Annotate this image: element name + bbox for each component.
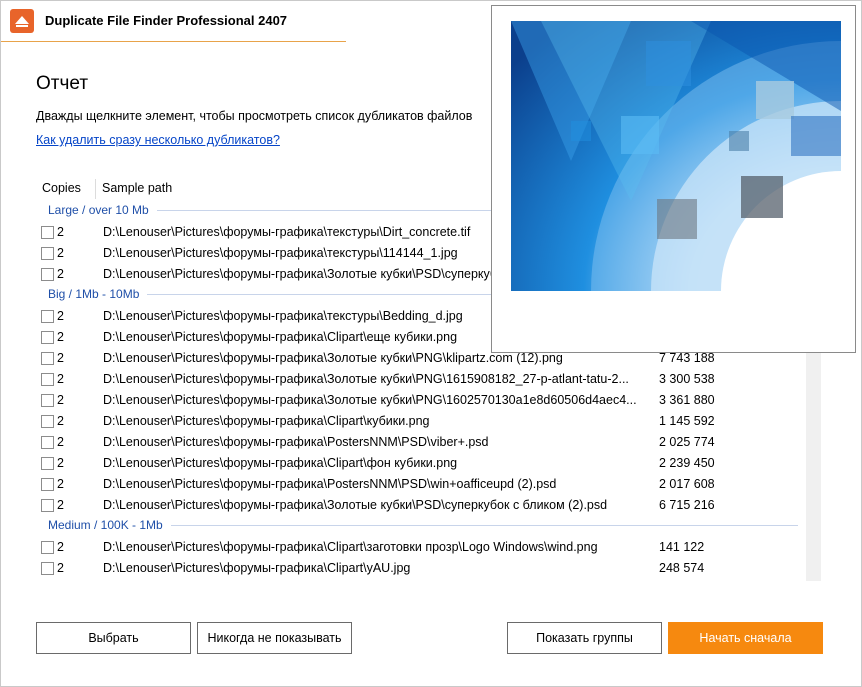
row-size: 1 145 592 <box>659 414 715 428</box>
row-size: 2 239 450 <box>659 456 715 470</box>
row-path: D:\Lenouser\Pictures\форумы-графика\Post… <box>103 435 489 449</box>
row-checkbox[interactable] <box>41 415 54 428</box>
group-label: Big / 1Mb - 10Mb <box>48 287 140 301</box>
row-copies: 2 <box>57 393 64 407</box>
table-row[interactable]: 2 D:\Lenouser\Pictures\форумы-графика\Cli… <box>36 537 798 558</box>
row-path: D:\Lenouser\Pictures\форумы-графика\Clip… <box>103 414 430 428</box>
select-button[interactable]: Выбрать <box>36 622 191 654</box>
row-copies: 2 <box>57 561 64 575</box>
table-row[interactable]: 2 D:\Lenouser\Pictures\форумы-графика\Cli… <box>36 411 798 432</box>
row-copies: 2 <box>57 225 64 239</box>
row-checkbox[interactable] <box>41 268 54 281</box>
start-over-button[interactable]: Начать сначала <box>668 622 823 654</box>
table-row[interactable]: 2 D:\Lenouser\Pictures\форумы-графика\Зол… <box>36 369 798 390</box>
row-checkbox[interactable] <box>41 310 54 323</box>
row-path: D:\Lenouser\Pictures\форумы-графика\Золо… <box>103 351 563 365</box>
table-row[interactable]: 2 D:\Lenouser\Pictures\форумы-графика\Cli… <box>36 453 798 474</box>
row-copies: 2 <box>57 435 64 449</box>
row-path: D:\Lenouser\Pictures\форумы-графика\Clip… <box>103 561 411 575</box>
page-title: Отчет <box>36 73 89 94</box>
row-checkbox[interactable] <box>41 436 54 449</box>
row-checkbox[interactable] <box>41 541 54 554</box>
row-checkbox[interactable] <box>41 226 54 239</box>
row-size: 7 743 188 <box>659 351 715 365</box>
row-path: D:\Lenouser\Pictures\форумы-графика\Золо… <box>103 393 637 407</box>
row-checkbox[interactable] <box>41 331 54 344</box>
row-copies: 2 <box>57 372 64 386</box>
row-checkbox[interactable] <box>41 457 54 470</box>
row-size: 2 025 774 <box>659 435 715 449</box>
row-size: 2 017 608 <box>659 477 715 491</box>
table-row[interactable]: 2 D:\Lenouser\Pictures\форумы-графика\Зол… <box>36 495 798 516</box>
row-path: D:\Lenouser\Pictures\форумы-графика\Золо… <box>103 372 629 386</box>
how-to-delete-link[interactable]: Как удалить сразу несколько дубликатов? <box>36 133 280 147</box>
column-header-copies[interactable]: Copies <box>42 181 81 195</box>
column-header-path[interactable]: Sample path <box>102 181 172 195</box>
row-size: 248 574 <box>659 561 705 575</box>
never-show-button[interactable]: Никогда не показывать <box>197 622 352 654</box>
row-path: D:\Lenouser\Pictures\форумы-графика\Clip… <box>103 456 458 470</box>
table-row[interactable]: 2 D:\Lenouser\Pictures\форумы-графика\Cli… <box>36 558 798 579</box>
group-divider <box>171 525 798 526</box>
table-row[interactable]: 2 D:\Lenouser\Pictures\форумы-графика\Зол… <box>36 390 798 411</box>
row-copies: 2 <box>57 456 64 470</box>
app-logo-icon <box>10 9 34 33</box>
table-row[interactable]: 2 D:\Lenouser\Pictures\форумы-графика\Pos… <box>36 474 798 495</box>
row-checkbox[interactable] <box>41 499 54 512</box>
row-copies: 2 <box>57 330 64 344</box>
row-copies: 2 <box>57 246 64 260</box>
row-checkbox[interactable] <box>41 247 54 260</box>
group-label: Large / over 10 Mb <box>48 203 149 217</box>
row-copies: 2 <box>57 477 64 491</box>
row-path: D:\Lenouser\Pictures\форумы-графика\Золо… <box>103 498 608 512</box>
row-size: 3 361 880 <box>659 393 715 407</box>
group-label: Medium / 100K - 1Mb <box>48 518 163 532</box>
instruction-text: Дважды щелкните элемент, чтобы просмотре… <box>36 109 473 123</box>
row-path: D:\Lenouser\Pictures\форумы-графика\Clip… <box>103 540 598 554</box>
row-path: D:\Lenouser\Pictures\форумы-графика\Post… <box>103 477 557 491</box>
row-checkbox[interactable] <box>41 562 54 575</box>
table-row[interactable]: 2 D:\Lenouser\Pictures\форумы-графика\Pos… <box>36 432 798 453</box>
image-preview-panel <box>491 5 856 353</box>
row-copies: 2 <box>57 309 64 323</box>
row-copies: 2 <box>57 540 64 554</box>
row-checkbox[interactable] <box>41 478 54 491</box>
group-header: Medium / 100K - 1Mb <box>36 516 798 537</box>
row-checkbox[interactable] <box>41 352 54 365</box>
row-copies: 2 <box>57 498 64 512</box>
row-size: 141 122 <box>659 540 705 554</box>
row-copies: 2 <box>57 351 64 365</box>
row-checkbox[interactable] <box>41 373 54 386</box>
row-size: 3 300 538 <box>659 372 715 386</box>
row-copies: 2 <box>57 267 64 281</box>
show-groups-button[interactable]: Показать группы <box>507 622 662 654</box>
title-bar: Duplicate File Finder Professional 2407 <box>1 1 346 42</box>
preview-image <box>511 21 841 291</box>
app-window: Duplicate File Finder Professional 2407 … <box>0 0 862 687</box>
row-checkbox[interactable] <box>41 394 54 407</box>
row-copies: 2 <box>57 414 64 428</box>
row-size: 6 715 216 <box>659 498 715 512</box>
app-title: Duplicate File Finder Professional 2407 <box>45 13 288 28</box>
column-divider[interactable] <box>95 179 96 199</box>
